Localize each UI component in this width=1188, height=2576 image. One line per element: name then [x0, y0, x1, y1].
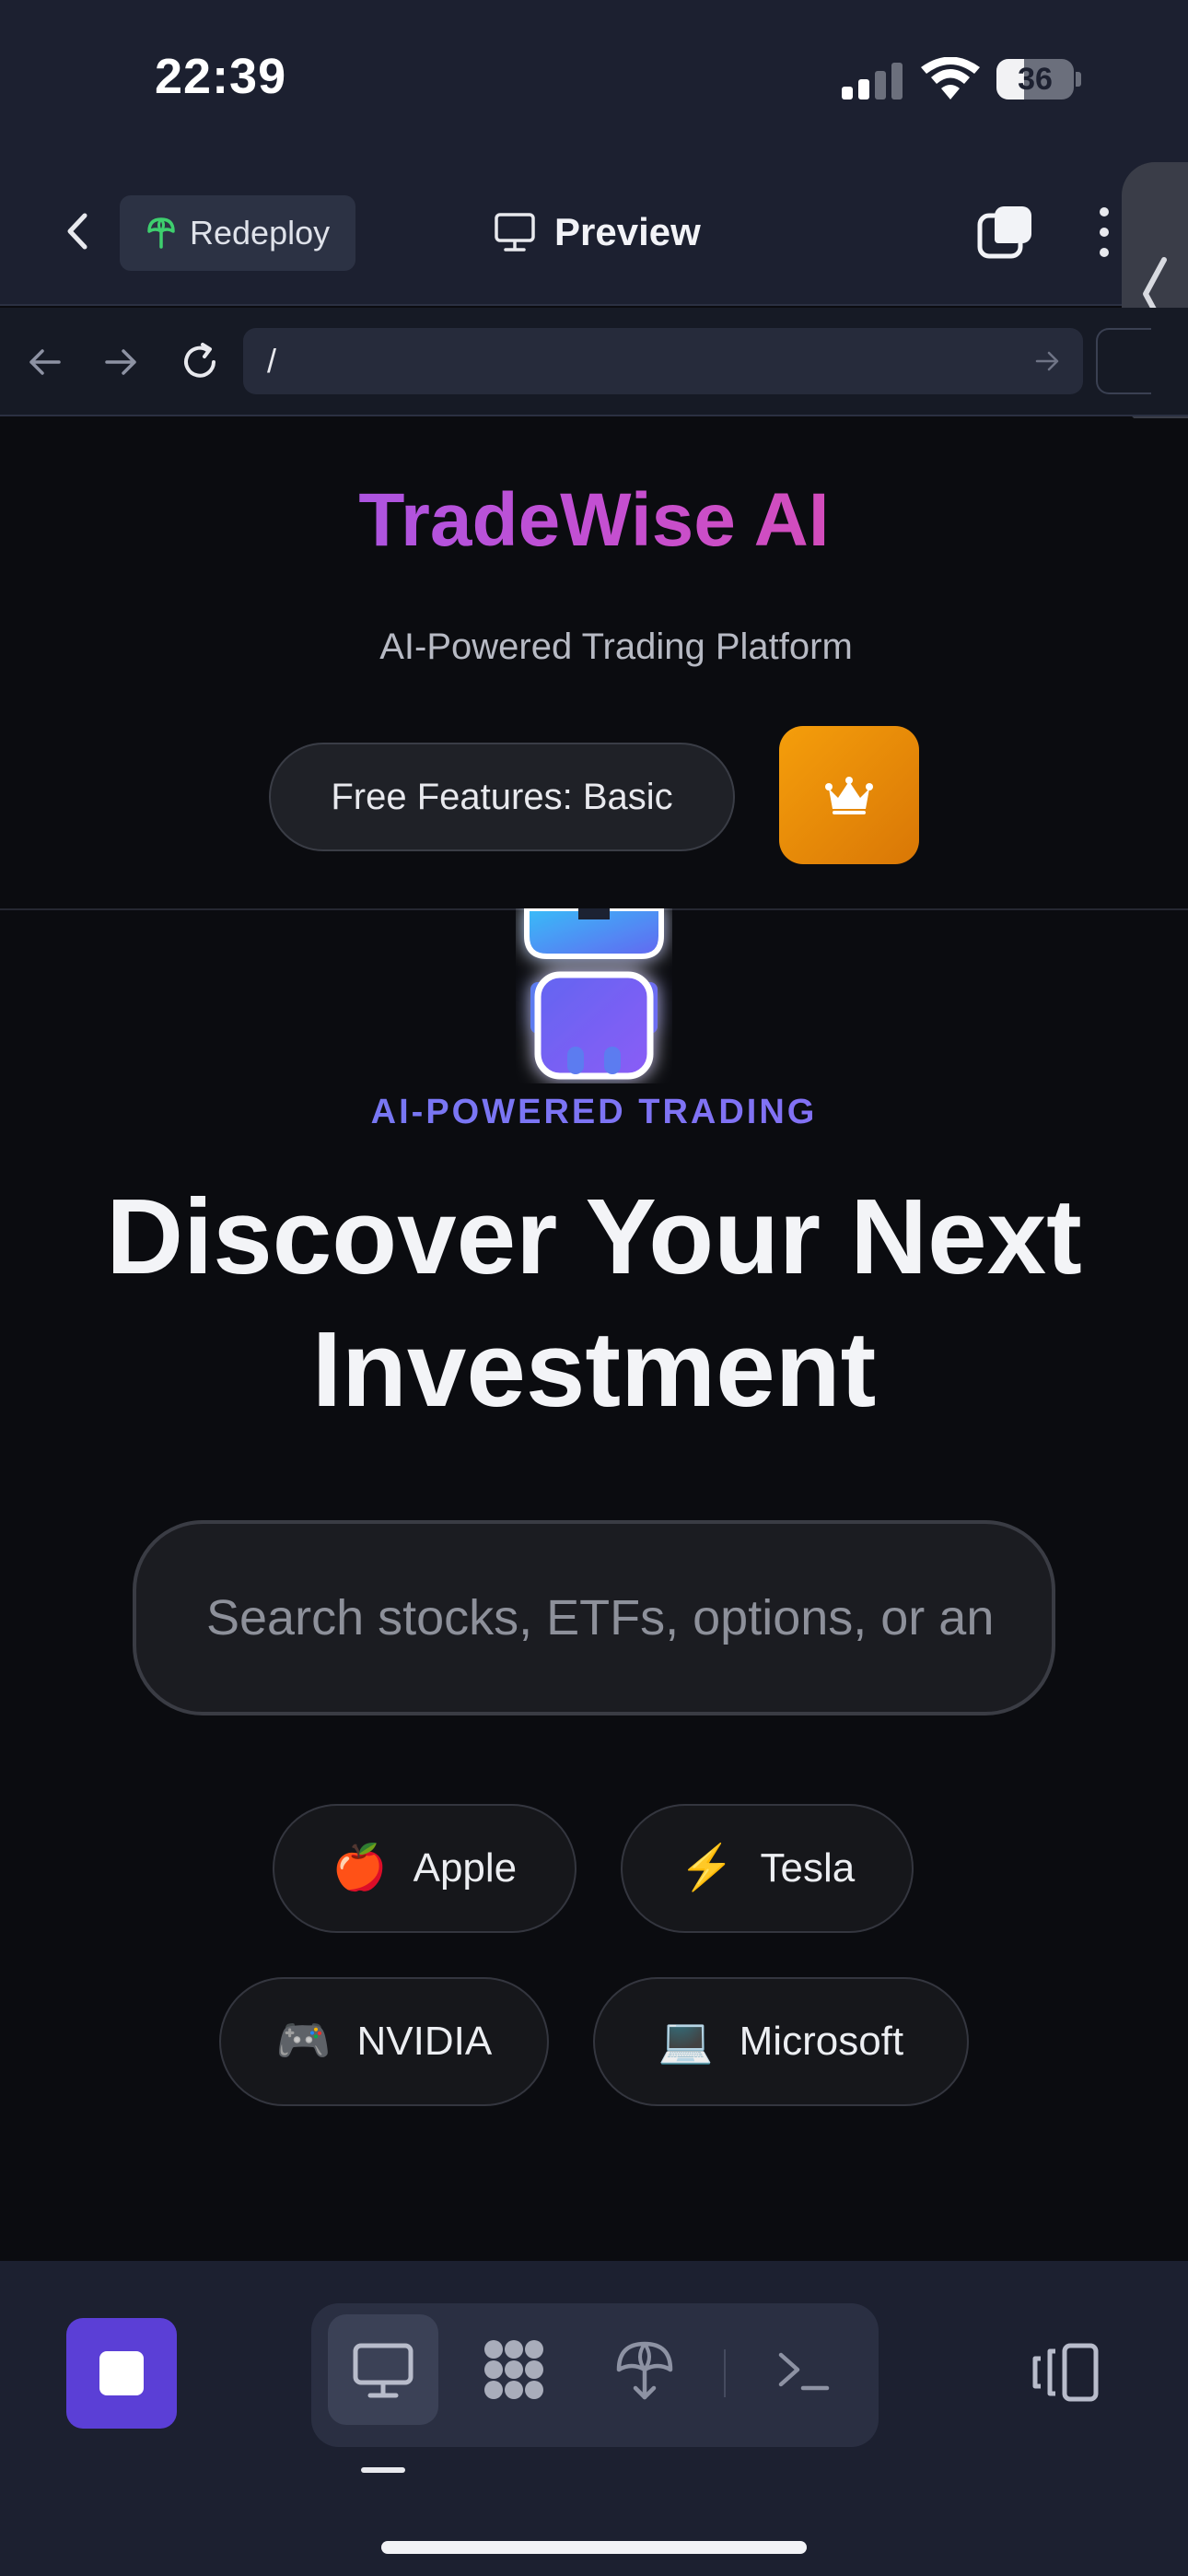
bottom-toolbar: [0, 2261, 1188, 2576]
stop-icon: [99, 2351, 144, 2395]
browser-bar: /: [0, 308, 1188, 416]
browser-back-icon[interactable]: [24, 341, 66, 383]
hero-title-line1: Discover Your Next: [106, 1177, 1082, 1296]
quick-pick-tesla[interactable]: ⚡ Tesla: [621, 1804, 914, 1933]
redeploy-button[interactable]: Redeploy: [120, 195, 355, 271]
go-arrow-icon[interactable]: [1033, 347, 1061, 375]
preview-label: Preview: [554, 210, 701, 253]
home-indicator[interactable]: [381, 2541, 807, 2554]
monitor-icon: [495, 213, 535, 252]
split-view-icon[interactable]: [1030, 2342, 1100, 2403]
search-box[interactable]: [133, 1520, 1055, 1715]
app-toolbar: Redeploy Preview: [0, 157, 1188, 306]
mode-apps-button[interactable]: [459, 2314, 569, 2425]
more-vertical-icon[interactable]: [1090, 203, 1118, 262]
url-text: /: [267, 342, 277, 380]
apple-icon: 🍎: [332, 1844, 388, 1892]
mode-desktop-button[interactable]: [328, 2314, 438, 2425]
active-mode-indicator: [361, 2467, 405, 2473]
quick-pick-nvidia[interactable]: 🎮 NVIDIA: [219, 1977, 549, 2106]
reload-icon[interactable]: [179, 341, 221, 383]
back-chevron-icon[interactable]: [55, 208, 101, 254]
hero-title: Discover Your Next Investment: [0, 1170, 1188, 1435]
quick-pick-label: Microsoft: [739, 2019, 904, 2064]
robot-icon: [524, 908, 664, 1080]
brand-subtitle: AI-Powered Trading Platform: [379, 626, 853, 667]
brand-title: TradeWise AI: [0, 477, 1188, 564]
crown-icon: [825, 777, 873, 814]
hero-title-line2: Investment: [311, 1309, 877, 1429]
mode-terminal-button[interactable]: [748, 2314, 858, 2425]
mode-deploy-button[interactable]: [589, 2314, 700, 2425]
page-header: TradeWise AI AI-Powered Trading Platform…: [0, 418, 1188, 910]
tabs-copy-icon[interactable]: [976, 203, 1035, 262]
apps-icon: [484, 2340, 543, 2399]
browser-extra-button[interactable]: [1096, 328, 1151, 394]
quick-pick-label: Tesla: [760, 1845, 856, 1891]
tier-badge[interactable]: Free Features: Basic: [269, 743, 735, 851]
url-field[interactable]: /: [243, 328, 1083, 394]
hero-eyebrow: AI-POWERED TRADING: [0, 1093, 1188, 1132]
quick-pick-label: NVIDIA: [356, 2019, 493, 2064]
preview-title: Preview: [494, 203, 701, 262]
mode-divider: [724, 2349, 726, 2397]
cellular-signal-icon: [842, 63, 903, 100]
redeploy-label: Redeploy: [190, 214, 331, 252]
quick-pick-apple[interactable]: 🍎 Apple: [273, 1804, 577, 1933]
battery-level: 36: [1018, 62, 1053, 97]
desktop-icon: [353, 2343, 413, 2398]
battery-indicator: 36: [996, 59, 1081, 100]
quick-pick-label: Apple: [413, 1845, 518, 1891]
quick-pick-microsoft[interactable]: 💻 Microsoft: [593, 1977, 969, 2106]
browser-forward-icon[interactable]: [99, 341, 142, 383]
terminal-icon: [778, 2352, 830, 2391]
status-bar: 22:39 36: [0, 0, 1188, 157]
deploy-icon: [147, 217, 175, 249]
wifi-icon: [921, 57, 980, 100]
lightning-icon: ⚡: [679, 1844, 735, 1892]
deploy-icon: [616, 2341, 673, 2400]
search-input[interactable]: [204, 1524, 996, 1712]
laptop-icon: 💻: [658, 2017, 714, 2066]
stop-button[interactable]: [66, 2318, 177, 2429]
status-time: 22:39: [155, 49, 287, 104]
mode-switcher: [311, 2303, 879, 2447]
gamepad-icon: 🎮: [275, 2017, 332, 2066]
premium-button[interactable]: [779, 726, 919, 864]
